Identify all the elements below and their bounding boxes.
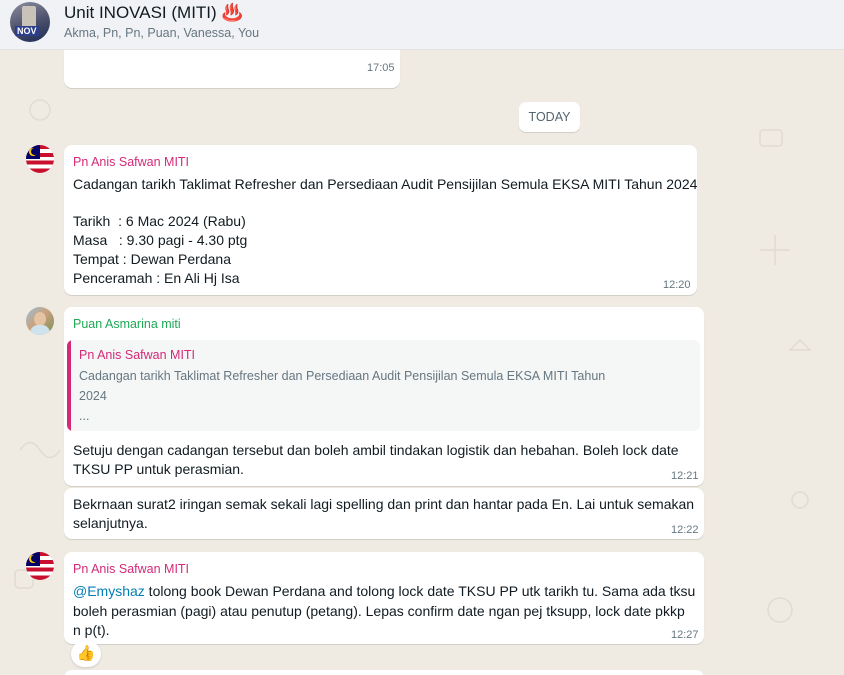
message-time: 12:21 — [671, 470, 699, 482]
message-text-line: Masa : 9.30 pagi - 4.30 ptg — [73, 232, 248, 248]
message-time: 17:05 — [367, 62, 395, 74]
message-text-line: Penceramah : En Ali Hj Isa — [73, 270, 240, 286]
chat-title[interactable]: Unit INOVASI (MITI) ♨️ — [64, 3, 243, 23]
message-text-line: Bekrnaan surat2 iringan semak sekali lag… — [73, 496, 695, 512]
sender-name[interactable]: Pn Anis Safwan MITI — [73, 155, 189, 169]
thumbs-up-reaction[interactable]: 👍 — [71, 641, 101, 667]
message-text-line: n p(t). — [73, 622, 110, 638]
message-bubble[interactable]: Pn Anis Safwan MITI @Emyshaz tolong book… — [64, 552, 704, 644]
message-text: tolong book Dewan Perdana and tolong loc… — [144, 583, 696, 599]
group-avatar[interactable]: NOV — [10, 2, 50, 42]
message-text-line: Setuju dengan cadangan tersebut dan bole… — [73, 442, 679, 458]
hot-springs-emoji: ♨️ — [221, 3, 243, 22]
message-time: 12:27 — [671, 629, 699, 641]
sender-avatar[interactable] — [26, 552, 54, 580]
message-text-line: TKSU PP untuk perasmian. — [73, 461, 244, 477]
message-bubble[interactable]: Pn Anis Safwan MITI Cadangan tarikh Takl… — [64, 145, 697, 295]
quote-text-line: Cadangan tarikh Taklimat Refresher dan P… — [79, 369, 606, 383]
sender-name[interactable]: Puan Asmarina miti — [73, 317, 181, 331]
message-text-line: selanjutnya. — [73, 515, 148, 531]
sender-name[interactable]: Pn Anis Safwan MITI — [73, 562, 189, 576]
chat-title-text: Unit INOVASI (MITI) — [64, 3, 217, 22]
quote-text-line: 2024 — [79, 389, 107, 403]
member-list[interactable]: Akma, Pn, Pn, Puan, Vanessa, You — [64, 26, 259, 40]
message-text-line: @Emyshaz tolong book Dewan Perdana and t… — [73, 583, 695, 599]
avatar-face — [34, 312, 46, 326]
message-list[interactable]: 17:05 TODAY Pn Anis Safwan MITI Cadangan… — [0, 50, 844, 675]
message-text-line: Tarikh : 6 Mac 2024 (Rabu) — [73, 213, 246, 229]
chat-header[interactable]: NOV Unit INOVASI (MITI) ♨️ Akma, Pn, Pn,… — [0, 0, 844, 50]
quote-sender: Pn Anis Safwan MITI — [79, 348, 196, 362]
message-time: 12:20 — [663, 279, 691, 291]
avatar-tag: NOV — [15, 26, 39, 36]
avatar-body — [30, 325, 50, 335]
message-text-line: boleh perasmian (pagi) atau penutup (pet… — [73, 603, 685, 619]
quoted-message[interactable]: Pn Anis Safwan MITI Cadangan tarikh Takl… — [67, 340, 700, 431]
message-time: 12:22 — [671, 524, 699, 536]
date-divider: TODAY — [519, 102, 580, 132]
message-text-line: Cadangan tarikh Taklimat Refresher dan P… — [73, 176, 698, 192]
previous-message-bubble[interactable]: 17:05 — [64, 50, 400, 88]
sender-avatar[interactable] — [26, 145, 54, 173]
quote-text-line: ... — [79, 409, 90, 423]
message-bubble[interactable]: Bekrnaan surat2 iringan semak sekali lag… — [64, 488, 704, 539]
quote-bar — [67, 340, 71, 431]
message-text-line: Tempat : Dewan Perdana — [73, 251, 231, 267]
sender-avatar[interactable] — [26, 307, 54, 335]
user-mention[interactable]: @Emyshaz — [73, 583, 145, 599]
flag-crescent-cut — [31, 555, 38, 562]
flag-crescent-cut — [31, 148, 38, 155]
next-message-bubble[interactable] — [64, 670, 704, 675]
